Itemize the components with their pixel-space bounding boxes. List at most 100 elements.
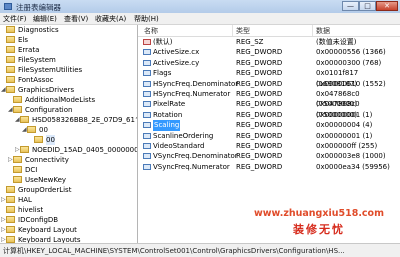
dword-value-icon xyxy=(143,132,151,139)
dword-value-icon xyxy=(143,111,151,118)
tree-node-label: Connectivity xyxy=(25,156,69,164)
tree-node-label: HAL xyxy=(18,196,32,204)
dword-value-icon xyxy=(143,163,151,170)
value-name: VideoStandard xyxy=(153,142,205,150)
folder-icon xyxy=(6,46,15,53)
dword-value-icon xyxy=(143,80,151,87)
column-header-name[interactable]: 名称 xyxy=(144,26,158,36)
tree-node-label: Errata xyxy=(18,46,40,54)
value-data: 0x00000556 (1366) xyxy=(316,48,386,57)
value-row[interactable]: Rotation REG_DWORD 0x00000001 (1) xyxy=(138,110,400,120)
close-button[interactable]: ✕ xyxy=(376,1,398,11)
folder-icon xyxy=(6,206,15,213)
tree-node-label: NOEDID_15AD_0405_00000000_000... xyxy=(32,146,138,154)
menu-edit[interactable]: 编辑(E) xyxy=(33,14,57,24)
column-divider[interactable] xyxy=(312,25,313,36)
value-row[interactable]: VSyncFreq.Numerator REG_DWORD 0x0000ea34 (… xyxy=(138,162,400,172)
value-data: (数值未设置) xyxy=(316,38,357,46)
menu-view[interactable]: 查看(V) xyxy=(64,14,88,24)
tree-node-label: GraphicsDrivers xyxy=(18,86,75,94)
value-data: 0x000000ff (255) xyxy=(316,142,378,150)
value-data: 0x00000001 (1) xyxy=(316,110,373,119)
tree-node-label: FileSystemUtilities xyxy=(18,66,83,74)
value-name: Scaling xyxy=(153,120,181,131)
folder-icon xyxy=(34,136,43,143)
column-header-data[interactable]: 数据 xyxy=(316,26,330,36)
value-row-selected[interactable]: Scaling REG_DWORD 0x00000004 (4) xyxy=(138,120,400,131)
value-data: 0x00000004 (4) xyxy=(316,121,373,130)
value-row[interactable]: (默认) REG_SZ (数值未设置) xyxy=(138,37,400,47)
column-divider[interactable] xyxy=(232,25,233,36)
value-row[interactable]: ScanlineOrdering REG_DWORD 0x00000001 (1) xyxy=(138,131,400,141)
column-header-row: 名称 类型 数据 xyxy=(138,25,400,37)
menu-favorites[interactable]: 收藏夹(A) xyxy=(95,14,126,24)
value-row[interactable]: ActiveSize.cy REG_DWORD 0x00000300 (768) xyxy=(138,58,400,68)
registry-key-tree[interactable]: Diagnostics Els Errata FileSystem FileSy… xyxy=(0,25,138,243)
value-type: REG_DWORD xyxy=(236,121,283,130)
dword-value-icon xyxy=(143,70,151,77)
menu-file[interactable]: 文件(F) xyxy=(3,14,27,24)
tree-node-label: IDConfigDB xyxy=(18,216,59,224)
value-name: VSyncFreq.Denominator xyxy=(153,152,238,161)
folder-icon xyxy=(6,56,15,63)
value-name: (默认) xyxy=(153,38,173,46)
tree-node-label: UseNewKey xyxy=(25,176,67,184)
value-name: ScanlineOrdering xyxy=(153,131,214,140)
value-type: REG_DWORD xyxy=(236,162,283,171)
value-row[interactable]: Flags REG_DWORD 0x0101f817 (16908167) xyxy=(138,68,400,88)
value-name: ActiveSize.cx xyxy=(153,48,200,57)
folder-icon xyxy=(13,96,22,103)
folder-icon xyxy=(6,196,15,203)
folder-icon xyxy=(13,156,22,163)
value-data: 0x000003e8 (1000) xyxy=(316,152,386,161)
window-title: 注册表编辑器 xyxy=(16,3,61,12)
tree-node-label: FontAssoc xyxy=(18,76,54,84)
value-row[interactable]: VSyncFreq.Denominator REG_DWORD 0x000003e8… xyxy=(138,151,400,161)
value-row[interactable]: HSyncFreq.Numerator REG_DWORD 0x047868c0 (… xyxy=(138,89,400,108)
tree-node-label: FileSystem xyxy=(18,56,56,64)
tree-node-label: GroupOrderList xyxy=(18,186,72,194)
value-row[interactable]: ActiveSize.cx REG_DWORD 0x00000556 (1366) xyxy=(138,47,400,57)
tree-node-label: 00 xyxy=(39,126,48,134)
folder-icon xyxy=(6,236,15,243)
tree-node-label: Els xyxy=(18,36,29,44)
value-data: 0x00000300 (768) xyxy=(316,58,382,67)
value-name: Rotation xyxy=(153,110,183,119)
string-value-icon xyxy=(143,39,151,45)
value-type: REG_DWORD xyxy=(236,152,283,161)
value-name: VSyncFreq.Numerator xyxy=(153,162,230,171)
value-data: 0x00000610 (1552) xyxy=(316,79,386,88)
maximize-button[interactable]: □ xyxy=(359,1,376,11)
dword-value-icon xyxy=(143,101,151,108)
value-row[interactable]: PixelRate REG_DWORD 0x047868c0 (75000000) xyxy=(138,99,400,119)
folder-icon xyxy=(6,66,15,73)
title-bar: 注册表编辑器 — □ ✕ xyxy=(0,0,400,14)
menu-help[interactable]: 帮助(H) xyxy=(134,14,159,24)
dword-value-icon xyxy=(143,91,151,97)
minimize-button[interactable]: — xyxy=(342,1,359,11)
value-row[interactable]: VideoStandard REG_DWORD 0x000000ff (255) xyxy=(138,141,400,151)
value-data: 0x00000001 (1) xyxy=(316,131,373,140)
value-type: REG_DWORD xyxy=(236,90,283,98)
dword-value-icon xyxy=(143,49,151,56)
open-folder-icon xyxy=(13,106,22,113)
dword-value-icon xyxy=(143,153,151,160)
tree-node-label: hivelist xyxy=(18,206,44,214)
value-row[interactable]: HSyncFreq.Denominator REG_DWORD 0x00000610… xyxy=(138,79,400,89)
value-name: HSyncFreq.Denominator xyxy=(153,79,239,88)
value-type: REG_DWORD xyxy=(236,131,283,140)
folder-icon xyxy=(6,26,15,33)
folder-icon xyxy=(6,36,15,43)
dword-value-icon xyxy=(143,122,151,129)
site-watermark: www.zhuangxiu518.com 装修无忧 xyxy=(242,208,396,237)
tree-node-label: HSD058326BB8_2E_07D9_61^DFC45... xyxy=(32,116,138,124)
value-type: REG_SZ xyxy=(236,38,264,46)
column-header-type[interactable]: 类型 xyxy=(236,26,250,36)
open-folder-icon xyxy=(27,126,36,133)
folder-icon xyxy=(6,76,15,83)
tree-node-label: AdditionalModeLists xyxy=(25,96,96,104)
value-type: REG_DWORD xyxy=(236,58,283,67)
tree-node-label: Keyboard Layouts xyxy=(18,236,81,243)
tree-node-label: Keyboard Layout xyxy=(18,226,77,234)
folder-icon xyxy=(6,216,15,223)
